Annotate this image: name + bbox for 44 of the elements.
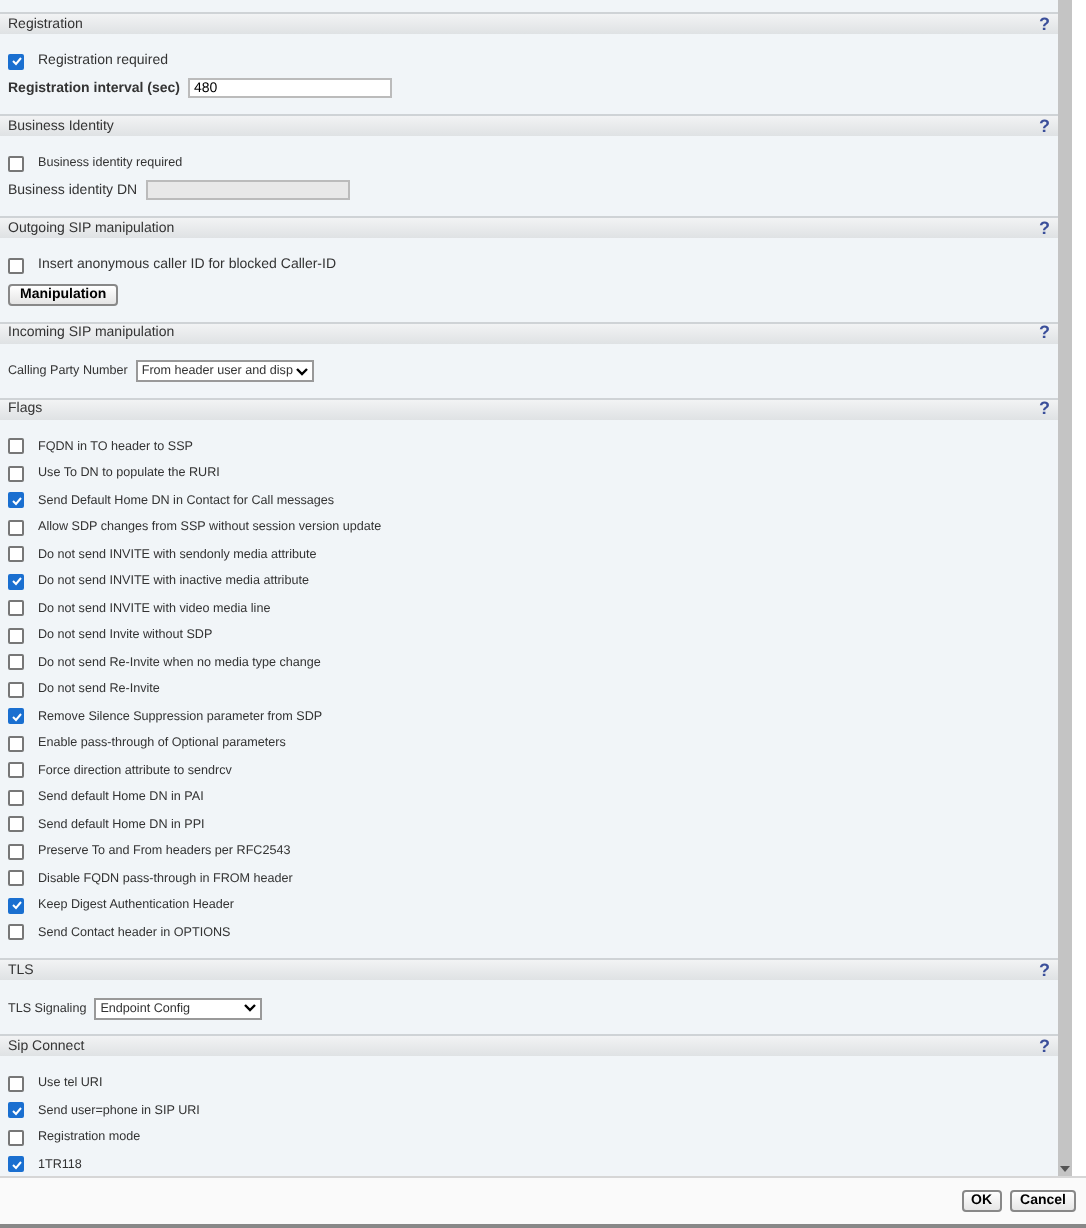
checkbox[interactable] — [8, 897, 24, 914]
checkbox[interactable] — [8, 924, 24, 941]
checkbox[interactable] — [8, 1129, 24, 1146]
scrollbar[interactable] — [1058, 0, 1072, 1176]
checkbox[interactable] — [8, 789, 24, 806]
checkbox[interactable] — [8, 627, 24, 644]
help-link[interactable]: ? — [1039, 324, 1050, 342]
help-link[interactable]: ? — [1039, 15, 1050, 33]
help-link[interactable]: ? — [1039, 400, 1050, 418]
scroll-down-icon[interactable] — [1060, 1166, 1070, 1172]
chevron-down-icon — [244, 1004, 257, 1012]
checkmark-icon — [11, 1159, 21, 1170]
checkbox[interactable] — [8, 1102, 24, 1119]
checkbox[interactable] — [8, 465, 24, 482]
checkbox[interactable] — [8, 546, 24, 563]
checkmark-icon — [11, 495, 21, 506]
checkbox[interactable] — [8, 492, 24, 509]
help-link[interactable]: ? — [1039, 961, 1050, 979]
checkbox[interactable] — [8, 600, 24, 617]
checkmark-icon — [11, 56, 21, 67]
checkbox[interactable] — [8, 155, 24, 172]
help-link[interactable]: ? — [1039, 117, 1050, 135]
checkbox[interactable] — [8, 762, 24, 779]
checkbox[interactable] — [8, 654, 24, 671]
checkbox[interactable] — [8, 1156, 24, 1173]
checkbox[interactable] — [8, 843, 24, 860]
checkbox[interactable] — [8, 519, 24, 536]
checkbox[interactable] — [8, 816, 24, 833]
checkmark-icon — [11, 711, 21, 722]
checkmark-icon — [11, 900, 21, 911]
checkbox[interactable] — [8, 681, 24, 698]
checkbox[interactable] — [8, 438, 24, 455]
chevron-down-icon — [296, 367, 309, 375]
help-link[interactable]: ? — [1039, 219, 1050, 237]
checkbox[interactable] — [8, 257, 24, 274]
checkbox[interactable] — [8, 870, 24, 887]
checkbox[interactable] — [8, 735, 24, 752]
checkbox[interactable] — [8, 1075, 24, 1092]
checkbox[interactable] — [8, 708, 24, 725]
checkmark-icon — [11, 1105, 21, 1116]
help-link[interactable]: ? — [1039, 1037, 1050, 1055]
checkbox[interactable] — [8, 53, 24, 70]
checkmark-icon — [11, 576, 21, 587]
checkbox[interactable] — [8, 573, 24, 590]
